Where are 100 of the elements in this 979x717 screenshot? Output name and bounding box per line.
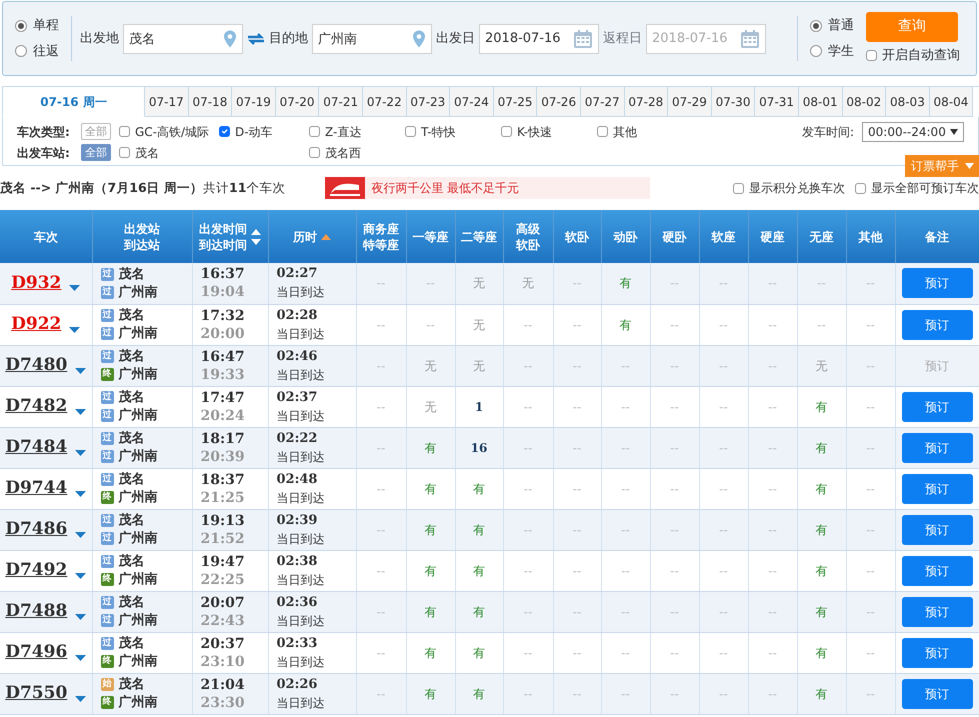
checkbox-label: 显示积分兑换车次 — [749, 180, 845, 197]
book-button[interactable]: 预订 — [902, 638, 972, 668]
seat-availability: -- — [670, 686, 679, 700]
seat-availability: -- — [719, 604, 728, 618]
date-tab[interactable]: 07-21 — [319, 87, 363, 117]
station-name: 广州南 — [118, 406, 158, 425]
checkbox[interactable] — [119, 147, 130, 158]
column-header: 软座 — [710, 228, 736, 244]
seat-availability: -- — [621, 440, 630, 454]
station-name: 茂名 — [118, 470, 144, 489]
duration: 02:38 — [276, 552, 318, 570]
seat-availability: -- — [866, 522, 875, 536]
seat-availability: -- — [670, 564, 679, 578]
caret-down-icon — [75, 572, 86, 578]
book-button[interactable]: 预订 — [902, 474, 972, 504]
column-header: 硬座 — [759, 228, 786, 244]
departure-time: 18:17 — [200, 430, 246, 448]
book-button[interactable]: 预订 — [902, 268, 972, 298]
checkbox[interactable] — [866, 50, 877, 61]
train-number-link[interactable]: D922 — [11, 312, 62, 338]
book-button[interactable]: 预订 — [902, 392, 972, 422]
date-tab[interactable]: 07-19 — [232, 87, 276, 117]
duration: 02:36 — [276, 594, 318, 612]
column-header: 备注 — [924, 228, 950, 244]
seat-availability: -- — [572, 358, 582, 372]
train-number-link[interactable]: D9744 — [5, 476, 68, 502]
column-header: 出发站 — [123, 220, 161, 236]
date-tab[interactable]: 08-02 — [842, 87, 886, 117]
train-number-link[interactable]: D7492 — [5, 558, 68, 584]
radio-label: 往返 — [33, 42, 59, 60]
station-name: 茂名 — [118, 676, 144, 694]
seat-availability: -- — [572, 318, 582, 332]
date-tab[interactable]: 07-28 — [624, 87, 668, 117]
date-tab[interactable]: 08-03 — [886, 87, 930, 117]
radio-button[interactable] — [810, 45, 822, 58]
seat-availability: -- — [524, 358, 532, 372]
date-tab[interactable]: 07-17 — [145, 87, 189, 117]
date-tab[interactable]: 07-26 — [537, 87, 581, 117]
departure-time: 16:47 — [200, 348, 246, 366]
date-tab[interactable]: 08-01 — [798, 87, 842, 117]
seat-availability: -- — [524, 646, 532, 660]
seat-availability: -- — [670, 440, 679, 454]
seat-availability: -- — [621, 400, 630, 414]
station-tag: 终 — [100, 368, 114, 381]
radio-button[interactable] — [810, 20, 822, 32]
input-field[interactable]: 2018-07-16 — [479, 24, 599, 54]
date-tab[interactable]: 07-27 — [580, 87, 625, 117]
seat-availability: -- — [866, 646, 875, 660]
checkbox[interactable] — [501, 126, 512, 137]
checkbox[interactable] — [309, 147, 320, 158]
date-tab[interactable]: 07-18 — [188, 87, 232, 117]
book-button[interactable]: 预订 — [902, 514, 972, 544]
time-select[interactable]: 00:00--24:00 — [862, 122, 964, 142]
book-button[interactable]: 预订 — [902, 556, 972, 586]
date-tab[interactable]: 07-24 — [450, 87, 494, 117]
book-button[interactable]: 预订 — [902, 596, 972, 626]
date-tab[interactable]: 07-29 — [668, 87, 712, 117]
date-tab[interactable]: 07-25 — [494, 87, 538, 117]
checkbox[interactable] — [309, 126, 320, 137]
input-field[interactable]: 广州南 — [312, 24, 432, 54]
location-pin-icon — [412, 29, 426, 48]
seat-availability: -- — [768, 604, 777, 618]
checkbox[interactable] — [733, 182, 744, 194]
checkbox[interactable] — [405, 126, 416, 137]
book-button[interactable]: 预订 — [902, 432, 972, 462]
checkbox[interactable] — [119, 126, 130, 137]
book-button[interactable]: 预订 — [902, 678, 972, 708]
station-name: 茂名 — [118, 512, 144, 530]
date-tab[interactable]: 07-16 周一 — [2, 87, 145, 117]
station-name: 茂名 — [118, 348, 144, 366]
date-tab[interactable]: 07-31 — [755, 87, 799, 117]
seat-availability: -- — [866, 400, 875, 414]
radio-button[interactable] — [15, 45, 27, 58]
date-tab[interactable]: 07-22 — [362, 87, 407, 117]
train-number-link[interactable]: D7482 — [5, 394, 68, 420]
seat-availability: -- — [719, 482, 728, 496]
input-field[interactable]: 茂名 — [123, 24, 243, 54]
seat-availability: 无 — [522, 276, 534, 290]
column-header: 到达站 — [122, 236, 161, 252]
date-tab[interactable]: 08-04 — [930, 87, 974, 117]
date-tab[interactable]: 07-30 — [712, 87, 756, 117]
station-name: 茂名 — [118, 634, 144, 653]
duration: 02:39 — [276, 512, 318, 530]
seat-availability: -- — [376, 318, 386, 332]
arrival-day: 当日到达 — [268, 324, 356, 342]
radio-button[interactable] — [15, 20, 27, 32]
checkbox[interactable] — [855, 182, 866, 194]
caret-down-icon — [75, 614, 86, 620]
train-number-link[interactable]: D7496 — [5, 640, 68, 666]
station-name: 广州南 — [118, 570, 158, 589]
seat-availability: 有 — [816, 686, 828, 700]
checkbox[interactable] — [597, 126, 608, 137]
seat-availability: -- — [719, 522, 728, 536]
duration: 02:27 — [276, 265, 318, 284]
station-tag: 过 — [100, 350, 114, 363]
checkbox[interactable] — [219, 126, 230, 137]
book-button[interactable]: 预订 — [902, 310, 972, 340]
route-summary: 茂名 --> 广州南（7月16日 周一）共计11个车次 — [0, 178, 286, 197]
date-tab[interactable]: 07-23 — [406, 87, 450, 117]
date-tab[interactable]: 07-20 — [276, 87, 320, 117]
